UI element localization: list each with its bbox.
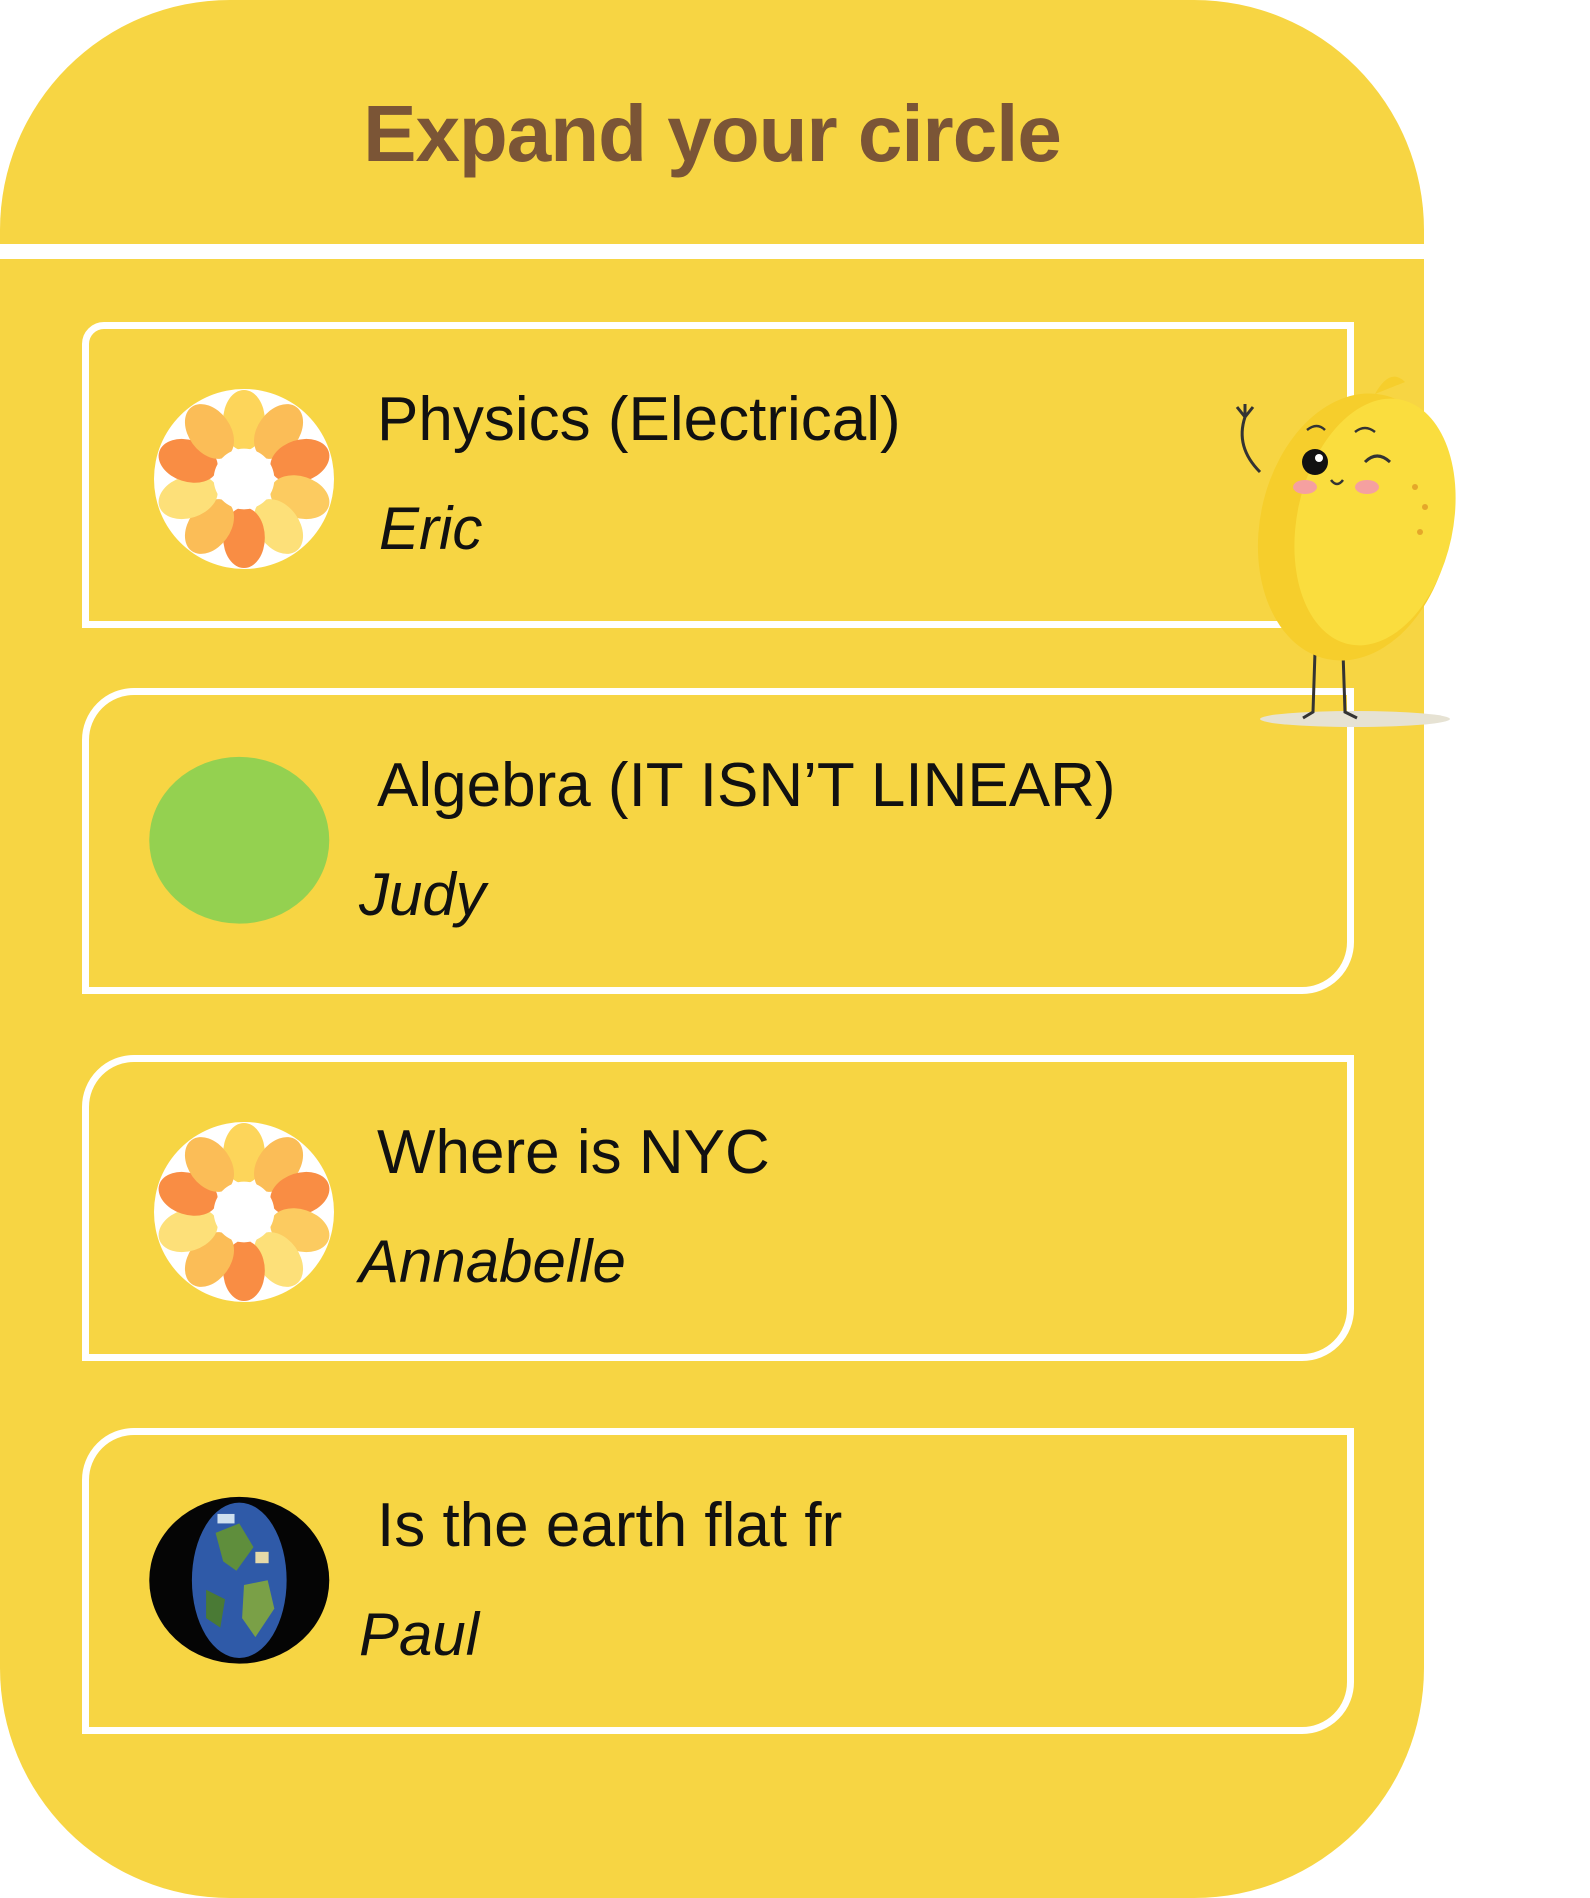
lemon-mascot-icon (1235, 376, 1456, 727)
circle-card-earth[interactable]: Is the earth flat fr Paul (82, 1428, 1354, 1734)
orange-flower-icon (154, 1122, 334, 1302)
card-title: Is the earth flat fr (377, 1491, 843, 1560)
earth-globe-icon (149, 1496, 330, 1664)
circle-card-nyc[interactable]: Where is NYC Annabelle (82, 1055, 1354, 1361)
card-author: Paul (359, 1601, 480, 1668)
card-author: Annabelle (359, 1228, 626, 1295)
circle-card-physics[interactable]: Physics (Electrical) Eric (82, 322, 1354, 628)
orange-flower-icon (154, 389, 334, 569)
card-author: Eric (379, 495, 483, 562)
card-author: Judy (359, 861, 486, 928)
panel: Expand your circle Physics (Electrical) … (0, 0, 1424, 1898)
card-title: Algebra (IT ISN’T LINEAR) (377, 751, 1116, 820)
card-title: Where is NYC (377, 1118, 770, 1187)
green-circle-avatar (149, 756, 330, 924)
card-title: Physics (Electrical) (377, 385, 901, 454)
page-title: Expand your circle (363, 89, 1062, 178)
divider (0, 244, 1424, 259)
circle-card-algebra[interactable]: Algebra (IT ISN’T LINEAR) Judy (82, 688, 1354, 994)
